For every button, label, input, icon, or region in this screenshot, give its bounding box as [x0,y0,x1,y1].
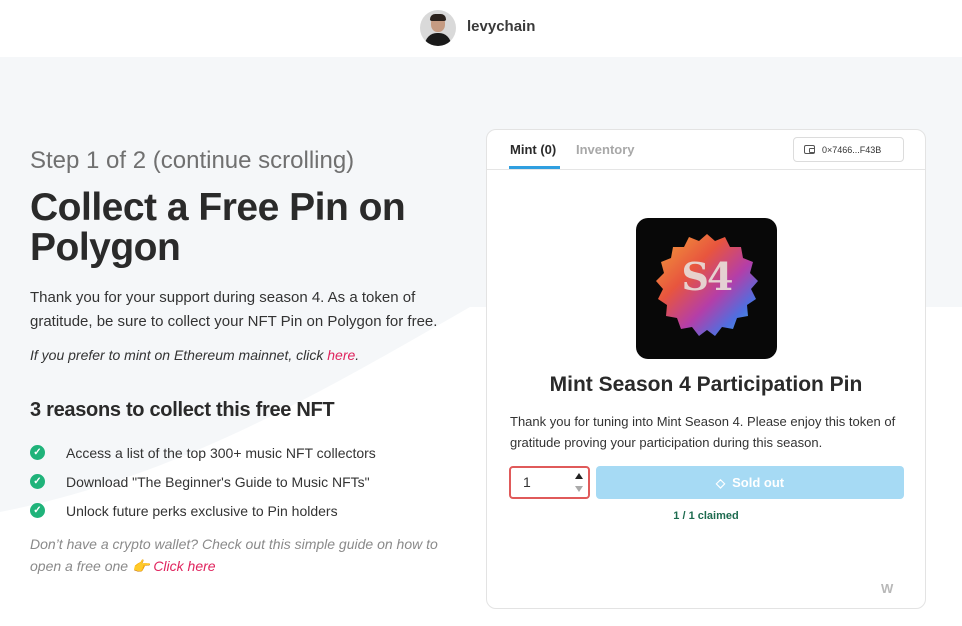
wallet-guide-link[interactable]: Click here [153,558,215,574]
list-item: ✓ Download "The Beginner's Guide to Music… [30,467,376,496]
nft-description: Thank you for tuning into Mint Season 4.… [510,414,896,450]
check-circle-icon: ✓ [30,445,45,460]
claimed-count: 1 / 1 claimed [673,510,739,522]
mint-logo-icon: W [881,581,893,596]
pointing-hand-icon: 👉 [131,558,150,574]
top-bar: levychain [0,0,962,57]
wallet-address-button[interactable]: 0×7466...F43B [793,137,904,162]
creator-name[interactable]: levychain [467,18,535,35]
nft-image-text: S4 [681,254,734,299]
ethereum-note: If you prefer to mint on Ethereum mainne… [30,347,360,363]
tab-bar: Mint (0) Inventory 0×7466...F43B [487,130,925,170]
wallet-guide-note: Don’t have a crypto wallet? Check out th… [30,536,438,574]
tab-inventory[interactable]: Inventory [576,142,635,157]
page-title: Collect a Free Pin on Polygon [30,186,406,269]
nft-title: Mint Season 4 Participation Pin [549,373,863,396]
quantity-arrows [572,470,587,496]
diamond-icon: ◇ [715,475,726,490]
quantity-stepper[interactable]: 1 [509,466,590,499]
step-indicator: Step 1 of 2 (continue scrolling) [30,147,355,174]
mint-card: Mint (0) Inventory 0×7466...F43B S4 Mint… [486,129,926,609]
avatar[interactable] [420,10,456,46]
check-circle-icon: ✓ [30,474,45,489]
tab-mint[interactable]: Mint (0) [510,142,556,157]
nft-image: S4 [636,218,777,359]
list-item: ✓ Unlock future perks exclusive to Pin ho… [30,496,376,525]
wallet-address: 0×7466...F43B [822,144,882,155]
quantity-input[interactable]: 1 [523,474,531,490]
intro-text: Thank you for your support during season… [30,289,438,330]
arrow-up-icon[interactable] [575,473,583,479]
wallet-icon [804,145,815,154]
arrow-down-icon[interactable] [575,486,583,492]
reasons-list: ✓ Access a list of the top 300+ music NFT… [30,438,376,525]
check-circle-icon: ✓ [30,503,45,518]
sold-out-button[interactable]: ◇ Sold out [596,466,904,499]
ethereum-link[interactable]: here [327,347,355,363]
reasons-heading: 3 reasons to collect this free NFT [30,399,335,421]
active-tab-indicator [509,166,560,169]
list-item: ✓ Access a list of the top 300+ music NFT… [30,438,376,467]
